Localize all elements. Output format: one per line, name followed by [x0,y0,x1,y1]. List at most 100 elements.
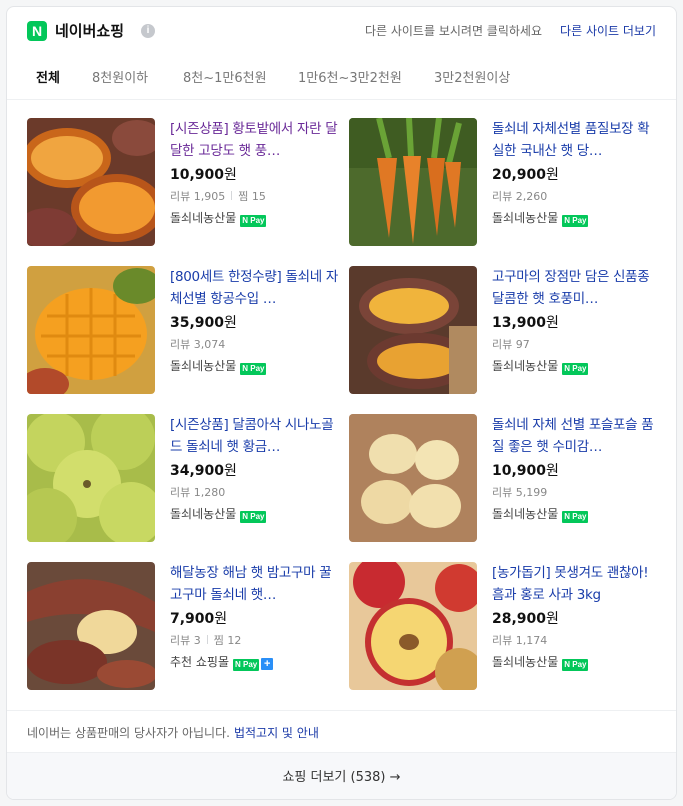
seller-row: 돌쇠네농산물 N Pay [492,654,660,671]
product-meta: 리뷰 3,074 [170,338,338,352]
price-value: 13,900 [492,315,547,331]
product-title-link[interactable]: 해달농장 해남 햇 밤고구마 꿀고구마 돌쇠네 햇… [170,562,338,606]
review-count: 3 [193,634,201,647]
seller-name[interactable]: 돌쇠네농산물 [492,507,558,521]
zzim-label: 찜 [213,634,224,647]
product-title-link[interactable]: [농가돕기] 못생겨도 괜찮아! 흠과 홍로 사과 3kg [492,562,660,606]
arrow-right-icon: → [389,770,401,785]
product-info: [800세트 한정수량] 돌쇠네 자체선별 항공수입 … 35,900원 리뷰 … [170,266,338,375]
review-label: 리뷰 [170,338,191,351]
product-title-link[interactable]: 고구마의 장점만 담은 신품종 달콤한 햇 호풍미… [492,266,660,310]
price-value: 28,900 [492,611,547,627]
disclaimer-text: 네이버는 상품판매의 당사자가 아닙니다. [27,726,230,740]
info-icon[interactable]: i [141,24,155,38]
product-card[interactable]: 돌쇠네 자체선별 품질보장 확실한 국내산 햇 당… 20,900원 리뷰 2,… [349,118,671,246]
review-label: 리뷰 [170,190,191,203]
product-card[interactable]: [시즌상품] 달콤아삭 시나노골드 돌쇠네 햇 황금… 34,900원 리뷰 1… [27,414,349,542]
disclaimer: 네이버는 상품판매의 당사자가 아닙니다. 법적고지 및 안내 [7,710,676,756]
other-sites-link[interactable]: 다른 사이트 더보기 [560,23,656,39]
tab-over-32000[interactable]: 3만2천원이상 [434,70,510,88]
review-label: 리뷰 [492,486,513,499]
product-info: 돌쇠네 자체선별 품질보장 확실한 국내산 햇 당… 20,900원 리뷰 2,… [492,118,660,227]
product-card[interactable]: [800세트 한정수량] 돌쇠네 자체선별 항공수입 … 35,900원 리뷰 … [27,266,349,394]
product-price: 7,900원 [170,609,338,629]
seller-name[interactable]: 추천 쇼핑몰 [170,655,229,669]
product-title-link[interactable]: [시즌상품] 달콤아삭 시나노골드 돌쇠네 햇 황금… [170,414,338,458]
seller-row: 돌쇠네농산물 N Pay [170,358,338,375]
product-image[interactable] [349,562,477,690]
product-title-link[interactable]: [시즌상품] 황토밭에서 자란 달달한 고당도 햇 풍… [170,118,338,162]
product-card[interactable]: [시즌상품] 황토밭에서 자란 달달한 고당도 햇 풍… 10,900원 리뷰 … [27,118,349,246]
review-label: 리뷰 [170,634,191,647]
other-sites-hint: 다른 사이트를 보시려면 클릭하세요 [364,24,542,38]
seller-name[interactable]: 돌쇠네농산물 [170,211,236,225]
more-shopping-label: 쇼핑 더보기 (538) [282,770,386,785]
product-title-link[interactable]: 돌쇠네 자체 선별 포슬포슬 품질 좋은 햇 수미감… [492,414,660,458]
price-value: 35,900 [170,315,225,331]
zzim-count: 12 [227,634,242,647]
price-value: 7,900 [170,611,215,627]
tab-8000-16000[interactable]: 8천~1만6천원 [183,70,267,88]
more-shopping-button[interactable]: 쇼핑 더보기 (538) → [7,752,676,799]
cut-sweet-potato-image [27,562,155,690]
seller-name[interactable]: 돌쇠네농산물 [170,507,236,521]
review-count: 97 [515,338,530,351]
product-price: 34,900원 [170,461,338,481]
price-currency: 원 [224,167,237,183]
tab-all[interactable]: 전체 [36,70,60,88]
tab-16000-32000[interactable]: 1만6천~3만2천원 [298,70,402,88]
review-count: 1,905 [193,190,226,203]
product-info: 돌쇠네 자체 선별 포슬포슬 품질 좋은 햇 수미감… 10,900원 리뷰 5… [492,414,660,523]
product-meta: 리뷰 97 [492,338,660,352]
shopping-widget: N 네이버쇼핑 i 다른 사이트를 보시려면 클릭하세요 다른 사이트 더보기 … [6,6,677,800]
zzim-label: 찜 [238,190,249,203]
price-value: 10,900 [170,167,225,183]
price-value: 34,900 [170,463,225,479]
product-card[interactable]: 돌쇠네 자체 선별 포슬포슬 품질 좋은 햇 수미감… 10,900원 리뷰 5… [349,414,671,542]
zzim-count: 15 [251,190,266,203]
review-count: 1,280 [193,486,226,499]
price-value: 10,900 [492,463,547,479]
seller-row: 추천 쇼핑몰 N Pay + [170,654,338,671]
npay-badge-icon: N Pay [562,215,589,227]
product-image[interactable] [27,562,155,690]
product-card[interactable]: [농가돕기] 못생겨도 괜찮아! 흠과 홍로 사과 3kg 28,900원 리뷰… [349,562,671,690]
product-meta: 리뷰 3찜 12 [170,634,338,648]
product-image[interactable] [349,118,477,246]
brand-title[interactable]: 네이버쇼핑 [55,21,124,41]
meta-separator [231,191,233,200]
review-label: 리뷰 [492,338,513,351]
product-title-link[interactable]: [800세트 한정수량] 돌쇠네 자체선별 항공수입 … [170,266,338,310]
price-currency: 원 [546,315,559,331]
seller-row: 돌쇠네농산물 N Pay [170,210,338,227]
plus-badge-icon: + [261,658,274,670]
naver-logo-icon[interactable]: N [27,21,47,41]
seller-row: 돌쇠네농산물 N Pay [170,506,338,523]
seller-name[interactable]: 돌쇠네농산물 [170,359,236,373]
tab-under-8000[interactable]: 8천원이하 [92,70,148,88]
seller-name[interactable]: 돌쇠네농산물 [492,211,558,225]
price-currency: 원 [214,611,228,627]
product-meta: 리뷰 1,905 찜 15 [170,190,338,204]
product-card[interactable]: 해달농장 해남 햇 밤고구마 꿀고구마 돌쇠네 햇… 7,900원 리뷰 3찜 … [27,562,349,690]
widget-header: N 네이버쇼핑 i 다른 사이트를 보시려면 클릭하세요 다른 사이트 더보기 [7,7,676,57]
product-title-link[interactable]: 돌쇠네 자체선별 품질보장 확실한 국내산 햇 당… [492,118,660,162]
product-image[interactable] [349,266,477,394]
product-image[interactable] [349,414,477,542]
product-image[interactable] [27,118,155,246]
npay-badge-icon: N Pay [562,511,589,523]
product-price: 10,900원 [170,165,338,185]
product-meta: 리뷰 1,174 [492,634,660,648]
mango-image [27,266,155,394]
product-image[interactable] [27,266,155,394]
seller-name[interactable]: 돌쇠네농산물 [492,655,558,669]
price-currency: 원 [224,315,237,331]
review-label: 리뷰 [492,190,513,203]
review-count: 3,074 [193,338,226,351]
legal-notice-link[interactable]: 법적고지 및 안내 [234,726,319,740]
review-count: 5,199 [515,486,548,499]
seller-name[interactable]: 돌쇠네농산물 [492,359,558,373]
product-card[interactable]: 고구마의 장점만 담은 신품종 달콤한 햇 호풍미… 13,900원 리뷰 97… [349,266,671,394]
product-price: 28,900원 [492,609,660,629]
product-image[interactable] [27,414,155,542]
